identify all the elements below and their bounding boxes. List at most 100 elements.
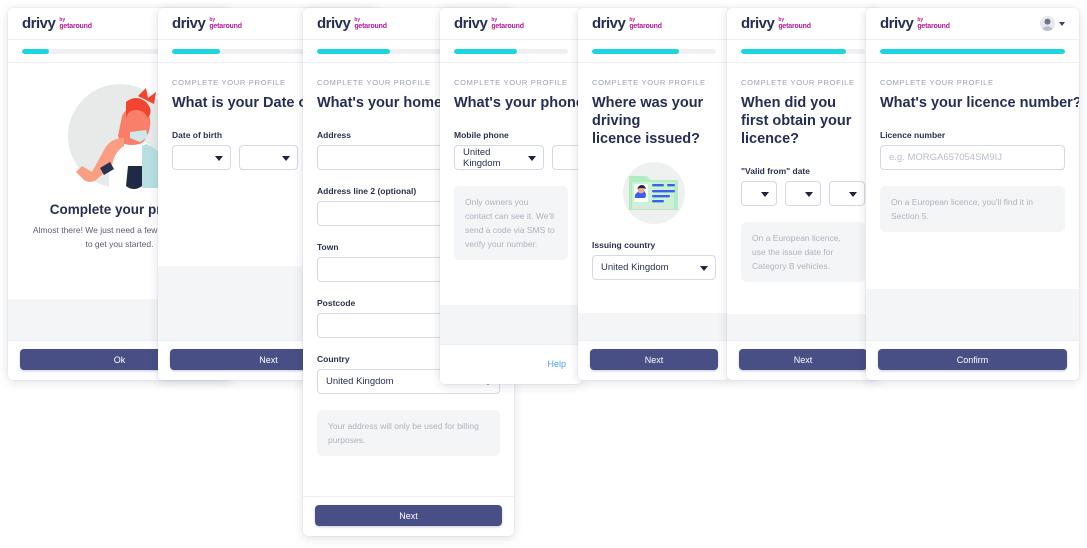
card-header: drivy by getaround bbox=[727, 8, 879, 40]
progress-track bbox=[741, 48, 865, 54]
logo-byline: by getaround bbox=[778, 17, 811, 31]
logo-byline: by getaround bbox=[354, 17, 387, 31]
card-licence-number: drivy by getaround COMPLETE YOUR PROFILE… bbox=[866, 8, 1079, 380]
drivy-logo: drivy by getaround bbox=[172, 16, 242, 31]
card-body: COMPLETE YOUR PROFILE When did you first… bbox=[727, 63, 879, 315]
chevron-down-icon bbox=[805, 191, 813, 197]
card-body: COMPLETE YOUR PROFILE What's your licenc… bbox=[866, 63, 1079, 290]
drivy-logo: drivy by getaround bbox=[592, 16, 662, 31]
card-header: drivy by getaround bbox=[866, 8, 1079, 40]
card-footer: Confirm bbox=[866, 340, 1079, 380]
eyebrow-label: COMPLETE YOUR PROFILE bbox=[880, 78, 994, 87]
card-footer: Help bbox=[440, 344, 582, 384]
page-title: Where was your driving licence issued? bbox=[592, 94, 716, 148]
valid-from-day-select[interactable] bbox=[741, 181, 777, 207]
licence-number-label: Licence number bbox=[880, 130, 946, 141]
billing-note: Your address will only be used for billi… bbox=[317, 410, 500, 457]
id-card-illustration bbox=[623, 162, 685, 225]
valid-from-month-select[interactable] bbox=[785, 181, 821, 207]
licence-number-note: On a European licence, you'll find it in… bbox=[880, 186, 1065, 233]
progress-fill bbox=[592, 48, 679, 54]
card-spacer bbox=[727, 314, 879, 341]
issuing-country-select[interactable]: United Kingdom bbox=[592, 255, 716, 281]
card-spacer bbox=[866, 289, 1079, 340]
drivy-logo: drivy by getaround bbox=[454, 16, 524, 31]
progress-bar bbox=[440, 40, 582, 63]
page-title-line1: Where was your driving bbox=[592, 95, 704, 130]
chevron-down-icon[interactable] bbox=[1059, 21, 1065, 26]
licence-illustration-holder bbox=[592, 160, 716, 226]
chevron-down-icon bbox=[849, 191, 857, 197]
card-body: COMPLETE YOUR PROFILE What's your phone … bbox=[440, 63, 582, 306]
logo-wordmark: drivy bbox=[172, 15, 206, 32]
chevron-down-icon bbox=[761, 191, 769, 197]
chevron-down-icon bbox=[282, 155, 290, 161]
progress-fill bbox=[880, 48, 1065, 54]
help-link[interactable]: Help bbox=[547, 359, 566, 369]
progress-track bbox=[592, 48, 716, 54]
card-header: drivy by getaround bbox=[578, 8, 730, 40]
card-phone-number: drivy by getaround COMPLETE YOUR PROFILE… bbox=[440, 8, 582, 384]
drivy-logo: drivy by getaround bbox=[741, 16, 811, 31]
eyebrow-label: COMPLETE YOUR PROFILE bbox=[741, 78, 855, 87]
progress-bar bbox=[866, 40, 1079, 63]
logo-byline: by getaround bbox=[59, 17, 92, 31]
logo-wordmark: drivy bbox=[317, 15, 351, 32]
progress-track bbox=[454, 48, 568, 54]
phone-privacy-note: Only owners you contact can see it. We'l… bbox=[454, 186, 568, 261]
issuing-country-label: Issuing country bbox=[592, 240, 656, 251]
onboarding-card-stack: drivy by getaround Complete your profile… bbox=[0, 0, 1087, 548]
next-button[interactable]: Next bbox=[590, 349, 718, 370]
chevron-down-icon bbox=[700, 265, 708, 271]
logo-wordmark: drivy bbox=[22, 15, 56, 32]
logo-wordmark: drivy bbox=[741, 15, 775, 32]
progress-fill bbox=[741, 48, 847, 54]
drivy-logo: drivy by getaround bbox=[317, 16, 387, 31]
logo-byline: by getaround bbox=[209, 17, 242, 31]
next-button[interactable]: Next bbox=[315, 505, 502, 526]
progress-fill bbox=[22, 48, 50, 54]
user-menu[interactable] bbox=[1040, 16, 1065, 31]
chevron-down-icon bbox=[528, 155, 536, 161]
mobile-phone-label: Mobile phone bbox=[454, 130, 509, 141]
drivy-logo: drivy by getaround bbox=[22, 16, 92, 31]
valid-from-year-select[interactable] bbox=[829, 181, 865, 207]
card-spacer bbox=[578, 313, 730, 340]
logo-wordmark: drivy bbox=[880, 15, 914, 32]
dob-month-select[interactable] bbox=[239, 145, 298, 171]
card-licence-issuing-country: drivy by getaround COMPLETE YOUR PROFILE… bbox=[578, 8, 730, 380]
phone-country-select[interactable]: United Kingdom bbox=[454, 145, 544, 171]
logo-byline: by getaround bbox=[629, 17, 662, 31]
logo-byline: by getaround bbox=[491, 17, 524, 31]
progress-bar bbox=[578, 40, 730, 63]
card-spacer bbox=[440, 305, 582, 344]
card-body: COMPLETE YOUR PROFILE Where was your dri… bbox=[578, 63, 730, 314]
avatar[interactable] bbox=[1040, 16, 1055, 31]
page-title-line1: When did you first obtain your bbox=[741, 95, 852, 130]
card-footer: Next bbox=[303, 496, 514, 536]
progress-bar bbox=[727, 40, 879, 63]
card-footer: Next bbox=[727, 340, 879, 380]
page-title: What's your licence number? bbox=[880, 95, 1079, 111]
valid-from-row bbox=[741, 181, 865, 207]
progress-fill bbox=[454, 48, 517, 54]
logo-wordmark: drivy bbox=[592, 15, 626, 32]
page-title-line2: licence issued? bbox=[592, 131, 700, 148]
licence-number-input[interactable]: e.g. MORGA657054SM9IJ bbox=[880, 145, 1065, 171]
progress-fill bbox=[172, 48, 221, 54]
card-licence-valid-from: drivy by getaround COMPLETE YOUR PROFILE… bbox=[727, 8, 879, 380]
page-title: When did you first obtain your licence? bbox=[741, 94, 865, 148]
card-header: drivy by getaround bbox=[440, 8, 582, 40]
progress-fill bbox=[317, 48, 391, 54]
drivy-logo: drivy by getaround bbox=[880, 16, 950, 31]
eyebrow-label: COMPLETE YOUR PROFILE bbox=[592, 78, 706, 87]
dob-day-select[interactable] bbox=[172, 145, 231, 171]
confirm-button[interactable]: Confirm bbox=[878, 349, 1067, 370]
licence-date-note: On a European licence, use the issue dat… bbox=[741, 222, 865, 283]
next-button[interactable]: Next bbox=[739, 349, 867, 371]
card-footer: Next bbox=[578, 340, 730, 380]
welcome-subtitle-line2: to get you started. bbox=[85, 239, 154, 250]
phone-row: United Kingdom bbox=[454, 145, 582, 171]
page-title: What's your phone number? bbox=[454, 95, 582, 111]
help-footer: Help bbox=[452, 353, 570, 374]
